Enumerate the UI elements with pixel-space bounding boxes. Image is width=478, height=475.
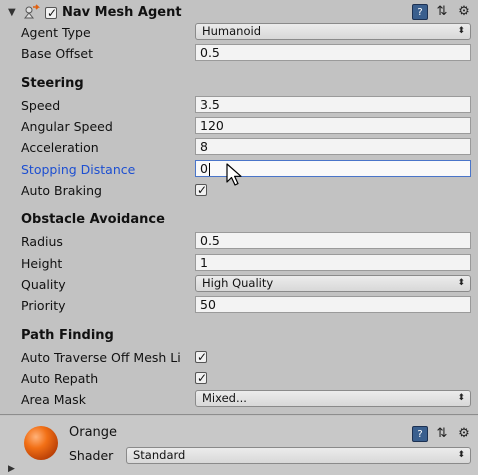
stopping-distance-label: Stopping Distance bbox=[21, 162, 136, 177]
quality-value: High Quality bbox=[202, 276, 274, 290]
base-offset-label: Base Offset bbox=[21, 46, 93, 61]
priority-row: Priority 50 bbox=[0, 295, 478, 316]
agent-type-dropdown[interactable]: Humanoid ⬍ bbox=[195, 23, 471, 40]
radius-field[interactable]: 0.5 bbox=[195, 232, 471, 249]
material-settings-gear-icon[interactable]: ⚙ bbox=[456, 426, 472, 442]
auto-traverse-row: Auto Traverse Off Mesh Li ✓ bbox=[0, 347, 478, 368]
path-finding-section-title: Path Finding bbox=[21, 328, 114, 343]
angular-speed-field[interactable]: 120 bbox=[195, 117, 471, 134]
auto-repath-checkbox[interactable]: ✓ bbox=[195, 371, 207, 385]
agent-type-label: Agent Type bbox=[21, 25, 91, 40]
mouse-pointer-icon bbox=[226, 163, 242, 186]
help-book-icon[interactable]: ? bbox=[412, 4, 428, 20]
priority-field[interactable]: 50 bbox=[195, 296, 471, 313]
component-enabled-checkbox[interactable]: ✓ bbox=[45, 6, 57, 20]
height-label: Height bbox=[21, 256, 63, 271]
base-offset-field[interactable]: 0.5 bbox=[195, 44, 471, 61]
radius-row: Radius 0.5 bbox=[0, 231, 478, 252]
priority-label: Priority bbox=[21, 298, 66, 313]
angular-speed-row: Angular Speed 120 bbox=[0, 116, 478, 137]
dropdown-arrows-icon: ⬍ bbox=[457, 278, 465, 288]
radius-label: Radius bbox=[21, 234, 63, 249]
material-preset-sliders-icon[interactable]: ⇅ bbox=[434, 426, 450, 442]
foldout-arrow-icon[interactable]: ▼ bbox=[8, 7, 16, 18]
auto-braking-checkbox[interactable]: ✓ bbox=[195, 183, 207, 197]
quality-dropdown[interactable]: High Quality ⬍ bbox=[195, 275, 471, 292]
height-field[interactable]: 1 bbox=[195, 254, 471, 271]
acceleration-field[interactable]: 8 bbox=[195, 138, 471, 155]
steering-section-title: Steering bbox=[21, 76, 84, 91]
component-title: Nav Mesh Agent bbox=[62, 5, 182, 20]
priority-value: 50 bbox=[200, 297, 216, 312]
agent-type-value: Humanoid bbox=[202, 24, 262, 38]
angular-speed-value: 120 bbox=[200, 118, 224, 133]
height-value: 1 bbox=[200, 255, 208, 270]
shader-label: Shader bbox=[69, 448, 114, 463]
shader-value: Standard bbox=[133, 448, 186, 462]
navmesh-agent-icon bbox=[23, 4, 40, 19]
acceleration-value: 8 bbox=[200, 139, 208, 154]
material-help-book-icon[interactable]: ? bbox=[412, 426, 428, 442]
dropdown-arrows-icon: ⬍ bbox=[457, 26, 465, 36]
text-caret bbox=[208, 163, 210, 176]
dropdown-arrows-icon: ⬍ bbox=[457, 393, 465, 403]
material-foldout-arrow-icon[interactable]: ▶ bbox=[8, 464, 15, 474]
area-mask-value: Mixed... bbox=[202, 391, 247, 405]
height-row: Height 1 bbox=[0, 253, 478, 274]
speed-field[interactable]: 3.5 bbox=[195, 96, 471, 113]
stopping-distance-value: 0 bbox=[200, 161, 208, 176]
quality-row: Quality High Quality ⬍ bbox=[0, 274, 478, 295]
base-offset-row: Base Offset 0.5 bbox=[0, 43, 478, 64]
dropdown-arrows-icon: ⬍ bbox=[457, 450, 465, 460]
area-mask-row: Area Mask Mixed... ⬍ bbox=[0, 389, 478, 410]
speed-value: 3.5 bbox=[200, 97, 220, 112]
acceleration-row: Acceleration 8 bbox=[0, 137, 478, 158]
area-mask-dropdown[interactable]: Mixed... ⬍ bbox=[195, 390, 471, 407]
obstacle-avoidance-section-title: Obstacle Avoidance bbox=[21, 212, 165, 227]
base-offset-value: 0.5 bbox=[200, 45, 220, 60]
preset-sliders-icon[interactable]: ⇅ bbox=[434, 4, 450, 20]
material-name: Orange bbox=[69, 425, 118, 440]
angular-speed-label: Angular Speed bbox=[21, 119, 113, 134]
radius-value: 0.5 bbox=[200, 233, 220, 248]
area-mask-label: Area Mask bbox=[21, 392, 86, 407]
auto-traverse-checkbox[interactable]: ✓ bbox=[195, 350, 207, 364]
component-divider bbox=[0, 414, 478, 415]
auto-repath-label: Auto Repath bbox=[21, 371, 99, 386]
speed-label: Speed bbox=[21, 98, 61, 113]
auto-braking-label: Auto Braking bbox=[21, 183, 102, 198]
quality-label: Quality bbox=[21, 277, 66, 292]
material-preview-sphere[interactable] bbox=[24, 426, 58, 460]
auto-traverse-label: Auto Traverse Off Mesh Li bbox=[21, 350, 181, 365]
speed-row: Speed 3.5 bbox=[0, 95, 478, 116]
auto-repath-row: Auto Repath ✓ bbox=[0, 368, 478, 389]
settings-gear-icon[interactable]: ⚙ bbox=[456, 4, 472, 20]
shader-dropdown[interactable]: Standard ⬍ bbox=[126, 447, 471, 464]
inspector-panel: ▼ ✓ Nav Mesh Agent ? ⇅ ⚙ Agent Type Huma… bbox=[0, 0, 478, 475]
acceleration-label: Acceleration bbox=[21, 140, 99, 155]
agent-type-row: Agent Type Humanoid ⬍ bbox=[0, 22, 478, 43]
